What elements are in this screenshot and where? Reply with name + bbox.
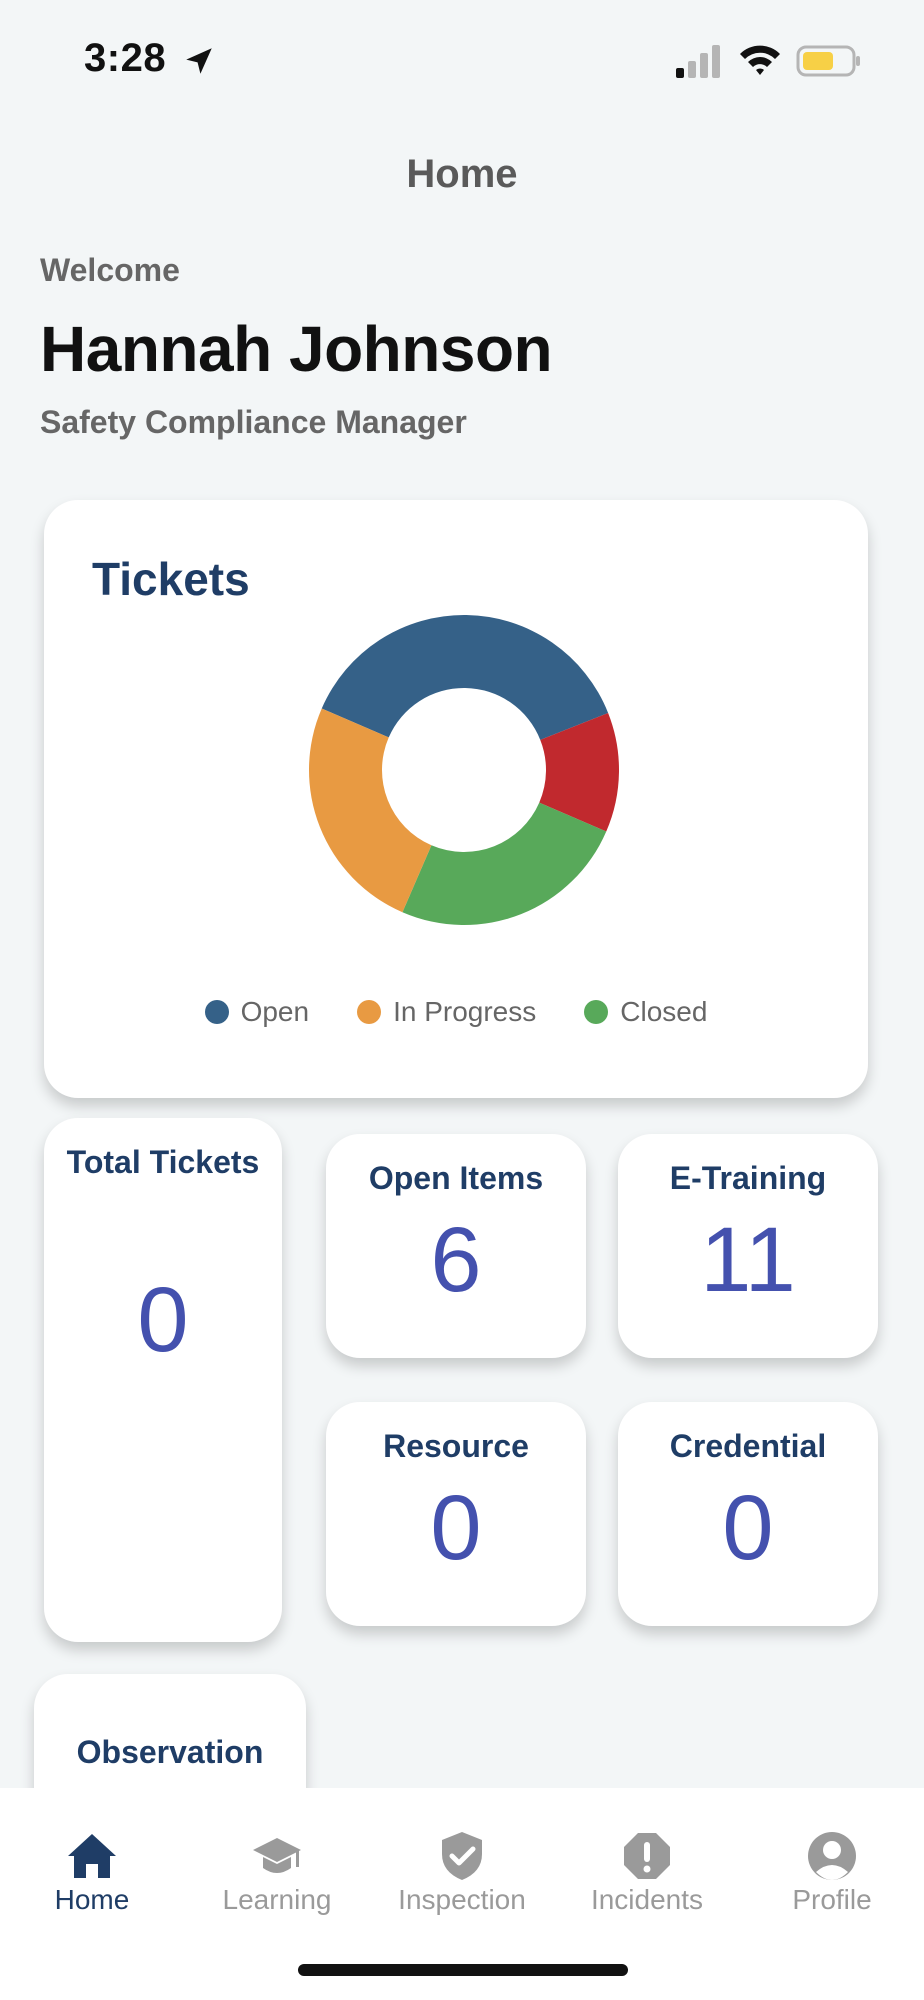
status-bar: 3:28 <box>0 0 924 120</box>
alert-icon <box>624 1833 670 1879</box>
resource-card[interactable]: Resource 0 <box>326 1402 586 1626</box>
total-tickets-label: Total Tickets <box>66 1144 260 1180</box>
user-name: Hannah Johnson <box>40 313 553 385</box>
total-tickets-card[interactable]: Total Tickets 0 <box>44 1118 282 1642</box>
legend-dot-in-progress <box>357 1000 382 1024</box>
resource-label: Resource <box>383 1428 529 1464</box>
user-role: Safety Compliance Manager <box>40 404 467 440</box>
donut-slice-closed <box>402 802 607 925</box>
chart-legend: Open In Progress Closed <box>44 996 868 1028</box>
resource-value: 0 <box>430 1477 482 1579</box>
shield-check-icon <box>442 1832 482 1880</box>
open-items-value: 6 <box>430 1209 482 1311</box>
legend-item-in-progress: In Progress <box>357 996 536 1028</box>
legend-item-closed: Closed <box>584 996 707 1028</box>
cellular-signal-icon <box>676 45 720 78</box>
nav-item-incidents[interactable]: Incidents <box>555 1788 739 1928</box>
nav-item-profile[interactable]: Profile <box>740 1788 924 1928</box>
legend-label-in-progress: In Progress <box>393 996 537 1027</box>
graduation-cap-icon <box>253 1838 301 1873</box>
nav-label-incidents: Incidents <box>590 1884 704 1915</box>
legend-dot-closed <box>584 1000 609 1024</box>
tickets-title: Tickets <box>92 553 250 605</box>
person-icon <box>808 1832 856 1880</box>
tickets-donut-chart <box>309 615 619 925</box>
legend-label-closed: Closed <box>620 996 708 1027</box>
tickets-card[interactable]: Tickets Open In Progress Closed <box>44 500 868 1098</box>
nav-item-inspection[interactable]: Inspection <box>370 1788 554 1928</box>
nav-label-inspection: Inspection <box>398 1884 526 1915</box>
home-indicator <box>298 1964 628 1976</box>
battery-icon <box>796 45 860 77</box>
nav-label-home: Home <box>54 1884 130 1915</box>
e-training-value: 11 <box>700 1209 796 1311</box>
credential-value: 0 <box>722 1477 774 1579</box>
credential-card[interactable]: Credential 0 <box>618 1402 878 1626</box>
open-items-card[interactable]: Open Items 6 <box>326 1134 586 1358</box>
legend-label-open: Open <box>240 996 310 1027</box>
location-arrow-icon <box>186 48 212 74</box>
donut-slice-open <box>321 615 609 740</box>
nav-item-learning[interactable]: Learning <box>185 1788 369 1928</box>
nav-label-learning: Learning <box>222 1884 332 1915</box>
open-items-label: Open Items <box>368 1160 544 1196</box>
legend-item-open: Open <box>204 996 310 1028</box>
credential-label: Credential <box>669 1428 827 1464</box>
home-icon <box>68 1834 116 1878</box>
donut-slice-in-progress <box>309 708 432 913</box>
legend-dot-open <box>204 1000 229 1024</box>
total-tickets-value: 0 <box>137 1269 189 1371</box>
e-training-label: E-Training <box>669 1160 827 1196</box>
page-title: Home <box>406 152 518 196</box>
welcome-text: Welcome <box>40 252 180 288</box>
nav-label-profile: Profile <box>792 1884 872 1915</box>
observation-label: Observation <box>76 1734 264 1770</box>
status-time: 3:28 <box>84 36 167 80</box>
bottom-nav: Home Learning Inspection Incidents Profi… <box>0 1788 924 2000</box>
nav-item-home[interactable]: Home <box>0 1788 184 1928</box>
e-training-card[interactable]: E-Training 11 <box>618 1134 878 1358</box>
wifi-icon <box>740 45 780 75</box>
